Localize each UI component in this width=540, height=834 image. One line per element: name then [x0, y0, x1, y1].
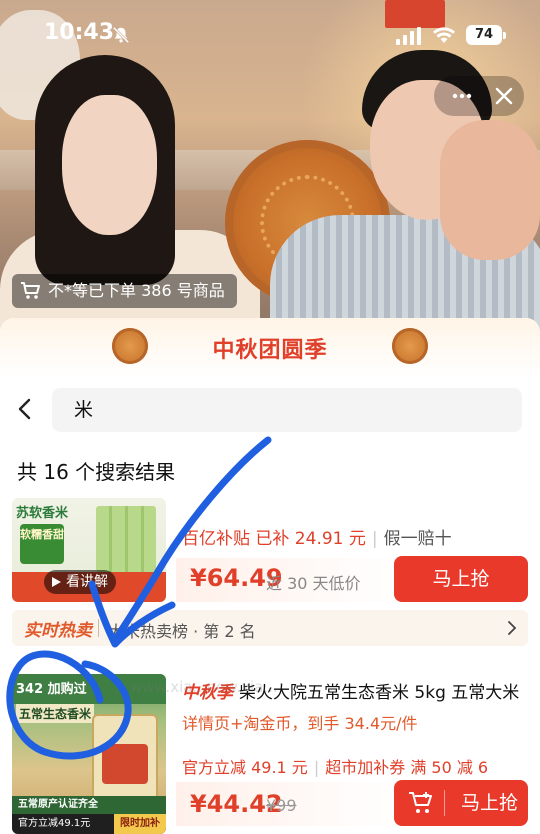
status-bar: 10:43 74	[0, 0, 540, 60]
chevron-right-icon	[508, 621, 517, 635]
cart-icon	[21, 282, 40, 299]
host-male-hands	[440, 120, 540, 260]
host-female-face	[62, 95, 157, 235]
product-image-footer-left: 官方立减49.1元	[18, 818, 91, 829]
product-title: 柴火大院五常生态香米 5kg 五常大米	[239, 683, 520, 703]
signal-icon	[396, 27, 421, 45]
product-search-panel: 中秋团圆季 米 共 16 个搜索结果 苏软香米 软糯香甜 看讲解 百亿补贴 已补…	[0, 318, 540, 834]
search-row: 米	[0, 384, 540, 434]
product-image-tag: 苏软香米	[16, 506, 69, 521]
product-image-footer: 官方立减49.1元 限时加补	[12, 814, 166, 834]
close-icon[interactable]	[490, 82, 518, 110]
rice-bags-graphic	[96, 506, 156, 572]
product-image-sticker: 软糯香甜	[20, 524, 64, 564]
wifi-icon	[433, 27, 455, 43]
search-input[interactable]: 米	[52, 388, 522, 432]
live-video[interactable]: 10:43 74 不*等已下单 386 号商品	[0, 0, 540, 340]
rice-bag-label	[102, 744, 148, 784]
product-image-name: 五常生态香米	[16, 704, 95, 723]
price-note: 近 30 天低价	[266, 574, 361, 593]
ranking-row[interactable]: 实时热卖 大米热卖榜 · 第 2 名	[12, 610, 528, 646]
buy-now-button[interactable]: 马上抢	[394, 556, 528, 602]
order-toast: 不*等已下单 386 号商品	[12, 274, 237, 308]
results-count: 共 16 个搜索结果	[17, 460, 176, 484]
status-time: 10:43	[44, 20, 115, 45]
panel-title: 中秋团圆季	[212, 338, 328, 363]
divider	[98, 619, 99, 637]
battery-indicator: 74	[466, 25, 506, 45]
added-to-cart-badge: 342 加购过	[16, 682, 87, 697]
product-image-footer-right: 限时加补	[114, 814, 166, 834]
product-image[interactable]: 342 加购过 五常生态香米 五常原产认证齐全 官方立减49.1元 限时加补	[12, 674, 166, 834]
subsidy-label: 百亿补贴	[182, 529, 250, 549]
product-subsidy-row: 百亿补贴 已补 24.91 元 | 假一赔十	[182, 529, 452, 549]
panel-header: 中秋团圆季	[0, 318, 540, 378]
promo-row: 官方立减 49.1 元 | 超市加补券 满 50 减 6	[182, 758, 489, 777]
promo-official-discount: 官方立减 49.1 元	[182, 758, 308, 777]
add-to-cart-buy-button[interactable]: 马上抢	[394, 780, 528, 826]
guarantee-label: 假一赔十	[383, 529, 452, 549]
bell-muted-icon	[112, 26, 130, 44]
mooncake-icon	[392, 328, 428, 364]
buy-now-label[interactable]: 马上抢	[461, 780, 518, 826]
order-toast-text: 不*等已下单 386 号商品	[48, 281, 225, 300]
product-image-caption: 五常原产认证齐全	[12, 796, 166, 814]
divider	[444, 790, 445, 816]
explain-button[interactable]: 看讲解	[44, 570, 116, 594]
promo-coupon: 超市加补券	[325, 758, 406, 777]
promo-threshold: 满 50 减 6	[410, 758, 489, 777]
subsidy-amount: 已补 24.91 元	[255, 529, 366, 549]
original-price: ¥99	[266, 796, 297, 815]
add-to-cart-icon[interactable]	[408, 791, 434, 815]
ranking-text: 大米热卖榜 · 第 2 名	[108, 622, 256, 641]
ranking-tag: 实时热卖	[24, 621, 92, 641]
play-icon	[52, 577, 61, 587]
explain-label: 看讲解	[66, 574, 108, 590]
back-arrow-icon[interactable]	[14, 396, 38, 422]
product-subtitle: 详情页+淘金币，到手 34.4元/件	[182, 714, 418, 733]
watermark: www.xia...new.xia...	[130, 678, 278, 696]
more-options-icon[interactable]	[448, 82, 476, 110]
